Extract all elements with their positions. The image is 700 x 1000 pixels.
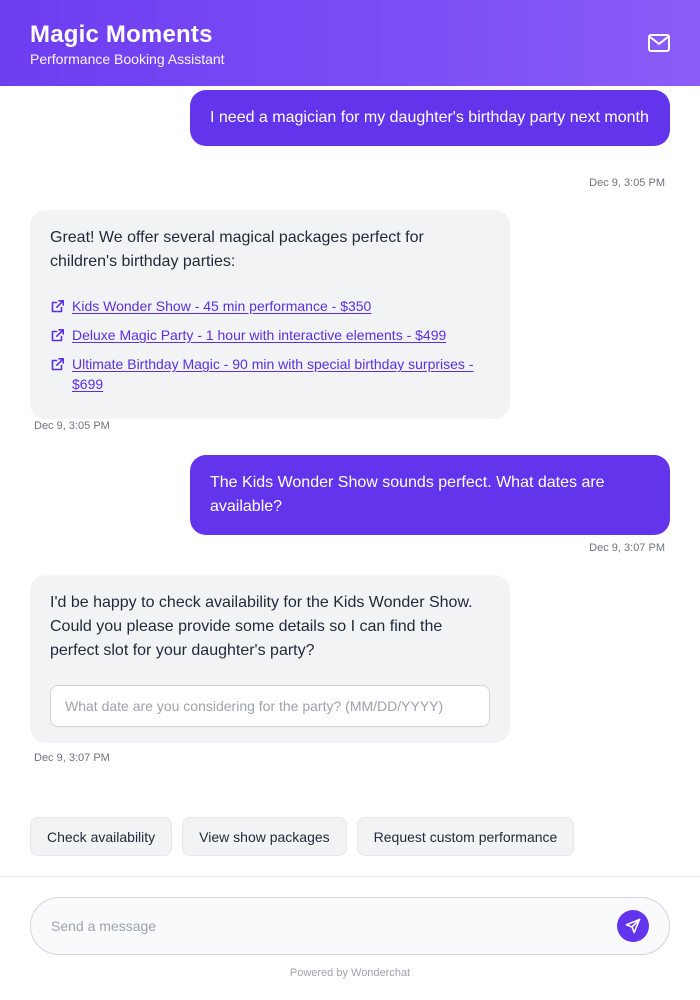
package-link-kids-wonder-show[interactable]: Kids Wonder Show - 45 min performance - … xyxy=(72,296,371,316)
quick-reply-request-custom-performance[interactable]: Request custom performance xyxy=(356,817,575,856)
message-input[interactable] xyxy=(51,898,611,954)
app-title: Magic Moments xyxy=(30,21,213,48)
chat-header: Magic Moments Performance Booking Assist… xyxy=(0,0,700,86)
app-subtitle: Performance Booking Assistant xyxy=(30,51,225,67)
send-icon xyxy=(625,918,641,934)
message-timestamp: Dec 9, 3:07 PM xyxy=(34,752,110,764)
bot-message: I'd be happy to check availability for t… xyxy=(30,575,510,743)
party-date-input[interactable] xyxy=(50,685,490,727)
external-link-icon xyxy=(51,358,64,371)
user-message: The Kids Wonder Show sounds perfect. Wha… xyxy=(190,455,670,535)
package-link-deluxe-magic-party[interactable]: Deluxe Magic Party - 1 hour with interac… xyxy=(72,325,446,345)
external-link-icon xyxy=(51,300,64,313)
message-text: The Kids Wonder Show sounds perfect. Wha… xyxy=(210,474,605,515)
message-list[interactable]: I need a magician for my daughter's birt… xyxy=(0,86,700,876)
list-item: Ultimate Birthday Magic - 90 min with sp… xyxy=(50,354,490,394)
package-link-list: Kids Wonder Show - 45 min performance - … xyxy=(50,296,490,394)
external-link-icon xyxy=(51,329,64,342)
message-text: Great! We offer several magical packages… xyxy=(50,229,424,270)
bot-message: Great! We offer several magical packages… xyxy=(30,210,510,419)
quick-replies: Check availability View show packages Re… xyxy=(30,817,575,856)
message-timestamp: Dec 9, 3:05 PM xyxy=(34,420,110,432)
powered-by-label: Powered by Wonderchat xyxy=(289,967,411,979)
message-composer xyxy=(30,897,670,955)
composer-divider xyxy=(0,876,700,877)
message-timestamp: Dec 9, 3:07 PM xyxy=(589,542,665,554)
message-text: I need a magician for my daughter's birt… xyxy=(210,109,649,126)
message-text: I'd be happy to check availability for t… xyxy=(50,594,473,659)
user-message: I need a magician for my daughter's birt… xyxy=(190,90,670,146)
quick-reply-view-show-packages[interactable]: View show packages xyxy=(182,817,347,856)
package-link-ultimate-birthday-magic[interactable]: Ultimate Birthday Magic - 90 min with sp… xyxy=(72,354,490,394)
send-button[interactable] xyxy=(617,910,649,942)
list-item: Deluxe Magic Party - 1 hour with interac… xyxy=(50,325,490,345)
message-timestamp: Dec 9, 3:05 PM xyxy=(589,177,665,189)
list-item: Kids Wonder Show - 45 min performance - … xyxy=(50,296,490,316)
mail-icon[interactable] xyxy=(646,30,672,56)
quick-reply-check-availability[interactable]: Check availability xyxy=(30,817,173,856)
